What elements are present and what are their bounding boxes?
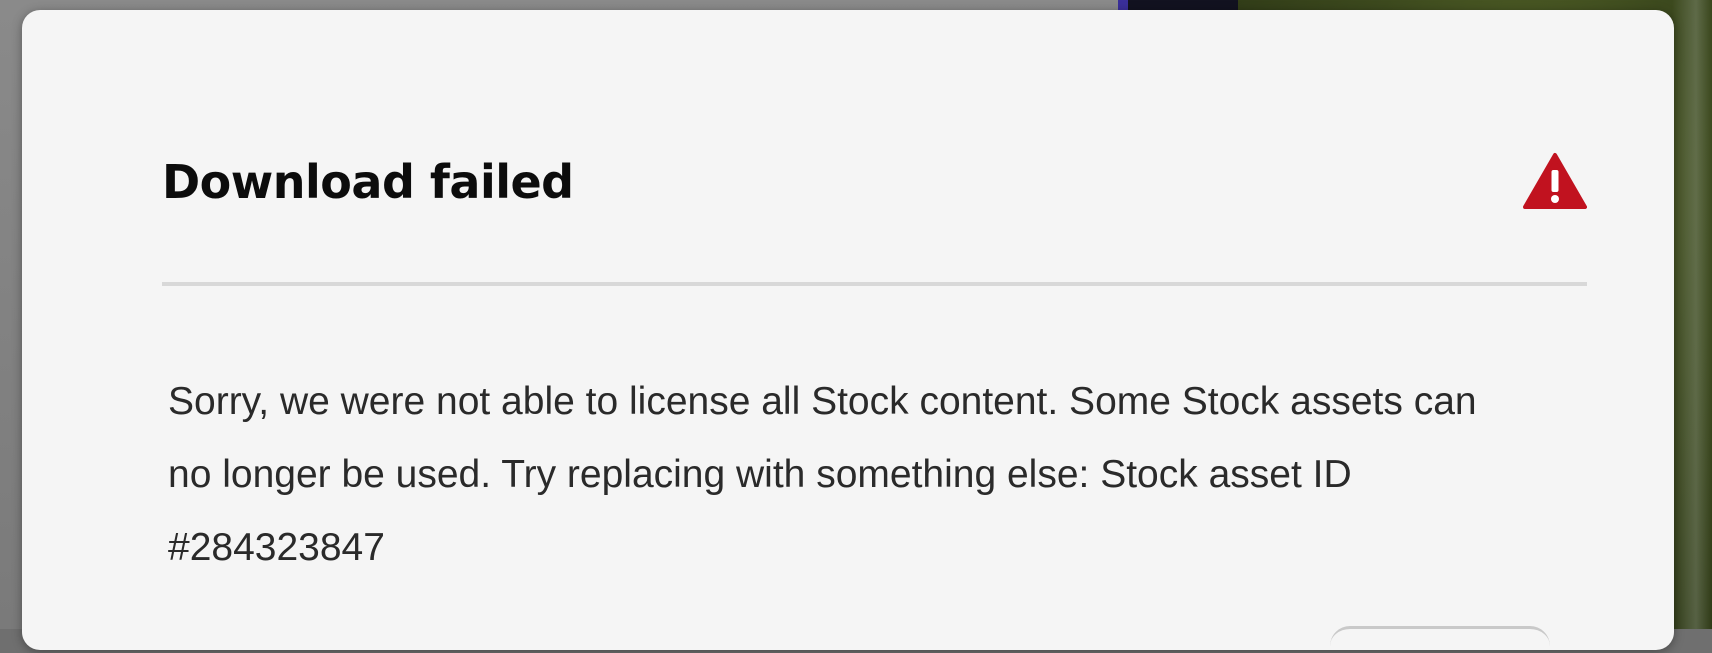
dialog-header: Download failed bbox=[162, 152, 1587, 212]
header-divider bbox=[162, 282, 1587, 286]
dialog-button-edge[interactable] bbox=[1330, 626, 1550, 653]
background-highlight bbox=[1672, 0, 1712, 629]
error-message: Sorry, we were not able to license all S… bbox=[168, 380, 1477, 569]
warning-triangle-icon bbox=[1523, 153, 1587, 209]
download-failed-dialog: Download failed Sorry, we were not able … bbox=[22, 10, 1674, 650]
dialog-title: Download failed bbox=[162, 155, 574, 209]
